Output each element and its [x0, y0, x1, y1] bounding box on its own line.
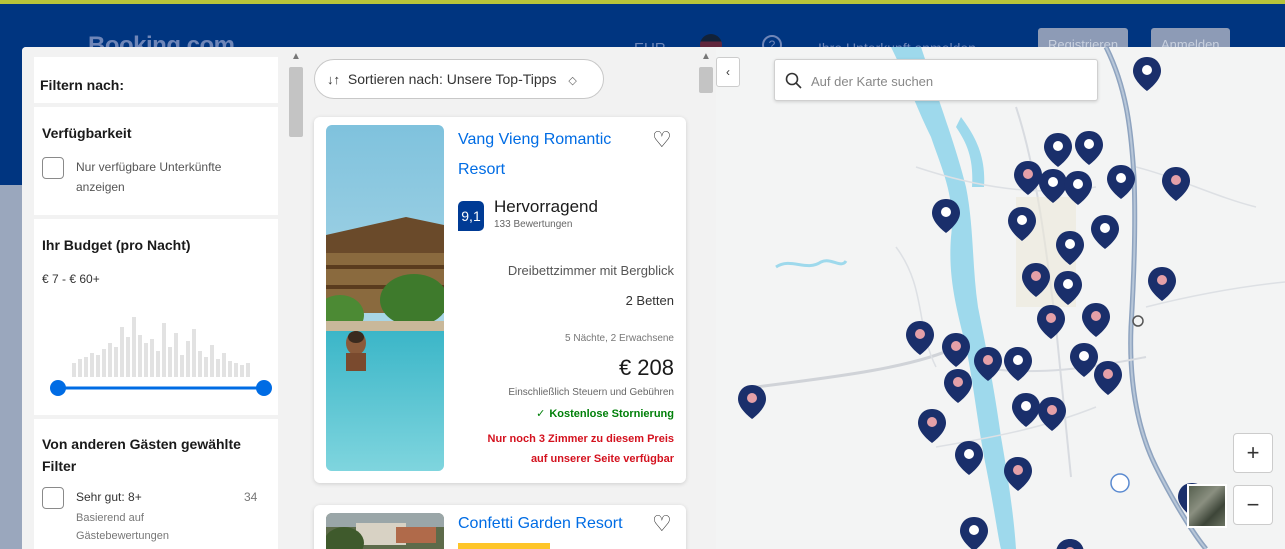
- map-pin-icon: [1008, 207, 1036, 241]
- zoom-in-button[interactable]: +: [1233, 433, 1273, 473]
- satellite-toggle[interactable]: [1187, 484, 1227, 528]
- map-pin-icon: [1044, 133, 1072, 167]
- scroll-thumb[interactable]: [699, 67, 713, 93]
- map-pin-icon: [974, 347, 1002, 381]
- zoom-out-button[interactable]: −: [1233, 485, 1273, 525]
- map-pin-icon: [1012, 393, 1040, 427]
- map-pin-icon: [955, 441, 983, 475]
- very-good-label[interactable]: Sehr gut: 8+: [76, 487, 142, 507]
- budget-slider-max-handle: [256, 380, 272, 396]
- map-pin-icon: [1022, 263, 1050, 297]
- budget-range: € 7 - € 60+: [42, 272, 100, 286]
- map-pin-icon: [1094, 361, 1122, 395]
- heart-icon[interactable]: ♡: [652, 511, 672, 537]
- sort-button[interactable]: ↓↑ Sortieren nach: Unsere Top-Tipps ◇: [314, 59, 604, 99]
- budget-slider-min-handle: [50, 380, 66, 396]
- sort-arrows-icon: ↓↑: [327, 72, 340, 87]
- availability-checkbox[interactable]: [42, 157, 64, 179]
- filter-popular: Von anderen Gästen gewählte Filter Sehr …: [34, 419, 278, 549]
- stay-info: 5 Nächte, 2 Erwachsene: [565, 333, 674, 344]
- map-pin-icon: [1054, 271, 1082, 305]
- bed-count: 2 Betten: [625, 293, 674, 308]
- filter-availability: Verfügbarkeit Nur verfügbare Unterkünfte…: [34, 107, 278, 215]
- landmark-icon: [1132, 315, 1144, 327]
- map-canvas[interactable]: [716, 47, 1285, 549]
- property-card[interactable]: Vang Vieng Romantic Resort ♡ 9,1 Hervorr…: [314, 117, 686, 483]
- review-score: 9,1: [458, 201, 484, 231]
- check-icon: ✓: [536, 408, 546, 420]
- very-good-sub: Basierend auf Gästebewertungen: [76, 512, 169, 542]
- search-icon: [785, 72, 802, 89]
- map-search-input[interactable]: Auf der Karte suchen: [811, 74, 933, 89]
- page-background: [0, 185, 22, 549]
- map-pin-icon: [1162, 167, 1190, 201]
- map-pin-icon: [1082, 303, 1110, 337]
- property-photo[interactable]: [326, 513, 444, 549]
- map-pin-icon: [932, 199, 960, 233]
- very-good-count: 34: [244, 490, 258, 504]
- map-pin-icon: [1056, 231, 1084, 265]
- free-cancellation: ✓ Kostenlose Stornierung: [536, 408, 674, 420]
- map-pin-icon: [738, 385, 766, 419]
- scroll-up-arrow-icon[interactable]: ▲: [291, 51, 301, 62]
- map-pin-icon: [960, 517, 988, 549]
- map-pin-icon: [1004, 457, 1032, 491]
- map-pin-icon: [918, 409, 946, 443]
- map-pin-icon: [1004, 347, 1032, 381]
- map-pin-icon: [1037, 305, 1065, 339]
- map-pin-icon: [1107, 165, 1135, 199]
- filters-title: Filtern nach:: [40, 77, 125, 93]
- results-panel: ↓↑ Sortieren nach: Unsere Top-Tipps ◇ Va…: [306, 47, 696, 549]
- landmark-icon: [1110, 473, 1130, 493]
- map-pin-icon: [1133, 57, 1161, 91]
- sort-label: Sortieren nach: Unsere Top-Tipps: [347, 71, 557, 87]
- review-count[interactable]: 133 Bewertungen: [494, 219, 572, 230]
- property-name[interactable]: Vang Vieng Romantic Resort: [458, 125, 611, 185]
- price: € 208: [618, 355, 674, 380]
- map-pin-icon: [1038, 397, 1066, 431]
- star-rating: [458, 543, 550, 549]
- filter-budget: Ihr Budget (pro Nacht) € 7 - € 60+: [34, 219, 278, 415]
- map-pin-icon: [1070, 343, 1098, 377]
- map-pin-icon: [1091, 215, 1119, 249]
- taxes-note: Einschließlich Steuern und Gebühren: [508, 387, 674, 398]
- review-score-label: Hervorragend: [494, 197, 598, 216]
- filters-header: Filtern nach:: [34, 57, 278, 103]
- availability-option-label[interactable]: Nur verfügbare Unterkünfte anzeigen: [76, 157, 221, 197]
- map-pin-icon: [906, 321, 934, 355]
- map-pin-icon: [1039, 169, 1067, 203]
- heart-icon[interactable]: ♡: [652, 127, 672, 153]
- map-pin-icon: [1014, 161, 1042, 195]
- map-search[interactable]: Auf der Karte suchen: [774, 59, 1098, 101]
- map-pin-icon: [1064, 171, 1092, 205]
- map-pin-icon: [942, 333, 970, 367]
- sort-dropdown-icon: ◇: [568, 75, 577, 87]
- scarcity-note: Nur noch 3 Zimmer zu diesem Preis auf un…: [487, 433, 674, 465]
- map-pin-icon: [1056, 539, 1084, 549]
- collapse-list-button[interactable]: ‹: [716, 57, 740, 87]
- results-scrollbar[interactable]: ▲: [696, 47, 716, 549]
- availability-heading: Verfügbarkeit: [42, 125, 132, 141]
- property-name[interactable]: Confetti Garden Resort: [458, 509, 623, 539]
- property-photo[interactable]: [326, 125, 444, 471]
- budget-histogram: [50, 317, 272, 396]
- very-good-checkbox[interactable]: [42, 487, 64, 509]
- map-modal: Filtern nach: Verfügbarkeit Nur verfügba…: [22, 47, 1285, 549]
- room-type: Dreibettzimmer mit Bergblick: [507, 263, 674, 278]
- scroll-thumb[interactable]: [289, 67, 303, 137]
- map-pin-icon: [1075, 131, 1103, 165]
- budget-heading: Ihr Budget (pro Nacht): [42, 237, 191, 253]
- property-card[interactable]: Confetti Garden Resort ♡: [314, 505, 686, 549]
- scroll-up-arrow-icon[interactable]: ▲: [701, 51, 711, 62]
- filters-panel: Filtern nach: Verfügbarkeit Nur verfügba…: [22, 47, 284, 549]
- map-pin-icon: [944, 369, 972, 403]
- filters-scrollbar[interactable]: ▲: [286, 47, 306, 549]
- map-pin-icon: [1148, 267, 1176, 301]
- popular-heading: Von anderen Gästen gewählte Filter: [42, 436, 241, 474]
- map-pins: [738, 57, 1206, 549]
